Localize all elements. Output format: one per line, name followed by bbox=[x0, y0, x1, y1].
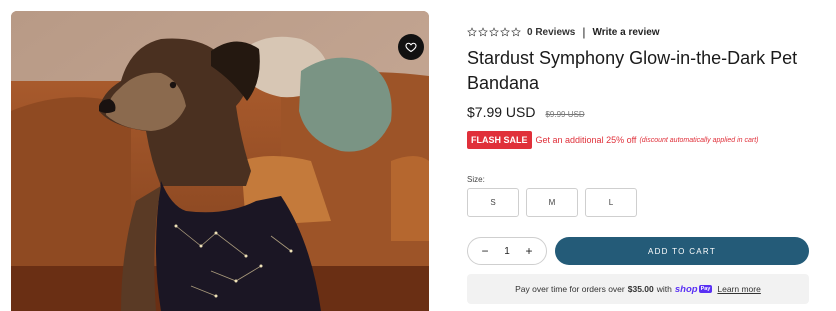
product-image[interactable] bbox=[11, 11, 429, 311]
size-option-m[interactable]: M bbox=[526, 188, 578, 217]
star-outline-icon bbox=[500, 27, 510, 37]
installments-with-text: with bbox=[656, 284, 672, 294]
flash-sale-banner: FLASH SALE Get an additional 25% off (di… bbox=[467, 131, 759, 149]
star-outline-icon bbox=[467, 27, 477, 37]
product-details: 0 Reviews | Write a review Stardust Symp… bbox=[467, 0, 812, 311]
decrease-quantity-button[interactable]: − bbox=[479, 245, 491, 257]
installments-threshold: $35.00 bbox=[627, 284, 654, 294]
rating-separator: | bbox=[582, 25, 586, 39]
increase-quantity-button[interactable]: + bbox=[523, 245, 535, 257]
quantity-stepper: − 1 + bbox=[467, 237, 547, 265]
rating-row: 0 Reviews | Write a review bbox=[467, 24, 660, 40]
installments-text: Pay over time for orders over bbox=[515, 284, 625, 294]
shop-pay-pill: Pay bbox=[698, 285, 713, 293]
compare-at-price: $9.99 USD bbox=[545, 110, 585, 119]
price-row: $7.99 USD $9.99 USD bbox=[467, 104, 585, 120]
quantity-input[interactable]: 1 bbox=[504, 246, 510, 257]
star-outline-icon bbox=[489, 27, 499, 37]
write-review-link[interactable]: Write a review bbox=[593, 27, 660, 38]
star-rating bbox=[467, 27, 521, 37]
learn-more-link[interactable]: Learn more bbox=[717, 284, 760, 294]
shop-pay-installments-banner: Pay over time for orders over $35.00 wit… bbox=[467, 274, 809, 304]
size-option-s[interactable]: S bbox=[467, 188, 519, 217]
shop-pay-logo: shop Pay bbox=[675, 284, 713, 295]
flash-sale-badge: FLASH SALE bbox=[467, 131, 532, 149]
wishlist-button[interactable] bbox=[398, 34, 424, 60]
promo-note: (discount automatically applied in cart) bbox=[639, 136, 759, 144]
reviews-count-link[interactable]: 0 Reviews bbox=[527, 27, 575, 38]
product-photo bbox=[11, 11, 429, 311]
product-title: Stardust Symphony Glow-in-the-Dark Pet B… bbox=[467, 48, 798, 93]
size-selector: S M L bbox=[467, 188, 637, 217]
star-outline-icon bbox=[478, 27, 488, 37]
promo-text: Get an additional 25% off bbox=[535, 135, 637, 145]
shop-pay-wordmark: shop bbox=[674, 283, 698, 295]
star-outline-icon bbox=[511, 27, 521, 37]
size-option-l[interactable]: L bbox=[585, 188, 637, 217]
add-to-cart-button[interactable]: ADD TO CART bbox=[555, 237, 809, 265]
size-label: Size: bbox=[467, 175, 485, 184]
heart-icon bbox=[405, 42, 417, 53]
sale-price: $7.99 USD bbox=[467, 104, 536, 120]
